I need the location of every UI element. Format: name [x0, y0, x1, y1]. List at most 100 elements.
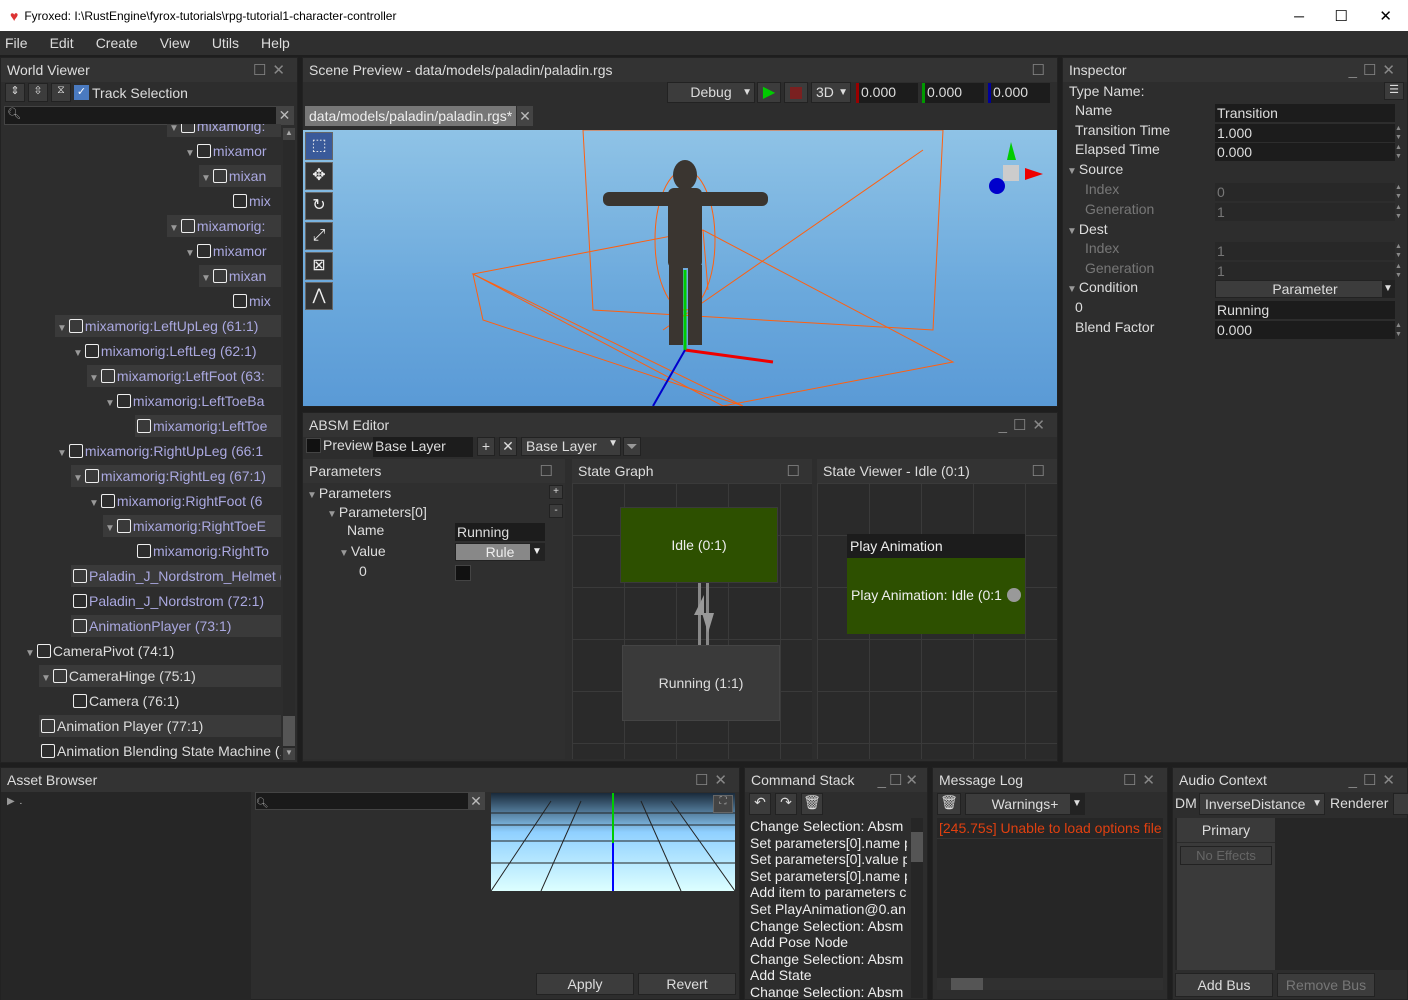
tree-item[interactable]: Animation Blending State Machine (1 — [39, 740, 281, 762]
property-field[interactable]: 0.000 — [1215, 320, 1395, 339]
spinner-icon[interactable]: ▲ ▼ — [1395, 124, 1403, 142]
command-item[interactable]: Add item to parameters c — [750, 884, 907, 901]
collapse-all-button[interactable]: ⇕ — [5, 83, 25, 102]
menu-file[interactable]: File — [0, 35, 33, 51]
log-message[interactable]: [245.75s] Unable to load options file — [937, 818, 1163, 839]
expand-arrow-icon[interactable]: ▼ — [57, 323, 67, 334]
tree-scrollbar[interactable]: ▲ ▼ — [283, 128, 295, 760]
panel-controls[interactable]: _☐✕ — [1349, 771, 1401, 789]
expand-arrow-icon[interactable]: ▼ — [169, 124, 179, 134]
maximize-icon[interactable]: ☐ — [1032, 462, 1051, 480]
command-scrollbar[interactable] — [911, 818, 923, 998]
tree-item[interactable]: ▼ mixamorig:RightUpLeg (66:1 — [55, 440, 281, 462]
state-viewer-canvas[interactable]: Play Animation Play Animation: Idle (0:1 — [817, 483, 1057, 759]
play-animation-node[interactable]: Play Animation Play Animation: Idle (0:1 — [847, 534, 1025, 634]
expand-arrow-icon[interactable]: ▼ — [185, 148, 195, 159]
add-bus-button[interactable]: Add Bus — [1175, 973, 1273, 997]
tree-item[interactable]: ▼ mixamorig:LeftUpLeg (61:1) — [55, 315, 281, 337]
tree-item[interactable]: ▼ mixan — [199, 265, 281, 287]
tool-move-icon[interactable]: ✥ — [305, 162, 333, 190]
tool-rotate-icon[interactable]: ↻ — [305, 192, 333, 220]
scene-tab[interactable]: data/models/paladin/paladin.rgs* — [305, 106, 517, 126]
tool-resize-icon[interactable]: ⊠ — [305, 252, 333, 280]
asset-search-input[interactable]: 🔍︎ ✕ — [255, 792, 485, 810]
property-field[interactable]: Running — [1215, 301, 1395, 319]
tree-item[interactable]: ▼ CameraHinge (75:1) — [39, 665, 281, 687]
maximize-icon[interactable]: ☐ — [1032, 61, 1051, 79]
expand-arrow-icon[interactable]: ▼ — [57, 448, 67, 459]
tree-item[interactable]: ▼ mixamorig:LeftFoot (63: — [87, 365, 281, 387]
command-item[interactable]: Add State — [750, 967, 907, 984]
command-item[interactable]: Change Selection: Absm — [750, 818, 907, 835]
tree-item[interactable]: ▼ mixamorig: — [167, 124, 281, 137]
transition-arrow[interactable] — [694, 583, 714, 645]
tool-scale-icon[interactable]: ⤢ — [305, 222, 333, 250]
command-item[interactable]: Add Pose Node — [750, 934, 907, 951]
maximize-button[interactable]: ☐ — [1335, 7, 1348, 25]
remove-bus-button[interactable]: Remove Bus — [1277, 973, 1375, 997]
expand-arrow-icon[interactable]: ▼ — [89, 498, 99, 509]
tree-item[interactable]: mixamorig:RightTo — [135, 540, 281, 562]
tree-item[interactable]: Camera (76:1) — [71, 690, 281, 712]
clear-search-button[interactable]: ✕ — [468, 793, 484, 809]
revert-button[interactable]: Revert — [638, 973, 736, 995]
expand-arrow-icon[interactable]: ▼ — [1067, 166, 1077, 177]
redo-button[interactable]: ↷ — [775, 793, 797, 815]
tree-item[interactable]: Paladin_J_Nordstrom (72:1) — [71, 590, 281, 612]
remove-layer-button[interactable]: ✕ — [499, 437, 517, 456]
tree-item[interactable]: mix — [231, 290, 281, 312]
panel-controls[interactable]: _☐✕ — [1349, 61, 1401, 79]
apply-button[interactable]: Apply — [536, 973, 634, 995]
clear-search-button[interactable]: ✕ — [276, 107, 293, 124]
layer-select-dropdown[interactable]: Base Layer ▼ — [521, 437, 621, 456]
command-item[interactable]: Change Selection: Absm — [750, 918, 907, 935]
panel-controls[interactable]: ☐✕ — [253, 61, 291, 79]
command-item[interactable]: Change Selection: Absm — [750, 984, 907, 998]
tree-item[interactable]: mix — [231, 190, 281, 212]
menu-create[interactable]: Create — [91, 35, 143, 51]
spinner-icon[interactable]: ▲ ▼ — [1395, 321, 1403, 339]
expand-arrow-icon[interactable]: ▼ — [73, 473, 83, 484]
panel-controls[interactable]: _☐✕ — [999, 416, 1051, 434]
parameter-name-field[interactable]: Running — [455, 523, 545, 541]
view-mode-dropdown[interactable]: 3D ▼ — [811, 82, 851, 103]
undo-button[interactable]: ↶ — [749, 793, 771, 815]
state-graph-canvas[interactable]: Idle (0:1) Running (1:1) — [572, 483, 812, 759]
tree-item[interactable]: ▼ mixamorig:RightLeg (67:1) — [71, 465, 281, 487]
tree-item[interactable]: ▼ mixamorig:LeftLeg (62:1) — [71, 340, 281, 362]
tree-item[interactable]: ▼ CameraPivot (74:1) — [23, 640, 281, 662]
tree-item[interactable]: ▼ mixamor — [183, 240, 281, 262]
panel-controls[interactable]: _☐✕ — [878, 771, 921, 789]
viewport-3d[interactable]: ⬚ ✥ ↻ ⤢ ⊠ ⋀ — [303, 129, 1057, 407]
expand-arrow-icon[interactable]: ▼ — [1067, 284, 1077, 295]
tree-item[interactable]: Animation Player (77:1) — [39, 715, 281, 737]
state-node-running[interactable]: Running (1:1) — [622, 645, 780, 721]
tree-item[interactable]: ▼ mixamorig:LeftToeBa — [103, 390, 281, 412]
close-button[interactable]: ✕ — [1379, 7, 1392, 25]
property-field[interactable]: 1 — [1215, 242, 1395, 261]
mode-dropdown[interactable]: Debug ▼ — [667, 82, 755, 103]
docs-icon[interactable]: ☰ — [1384, 82, 1404, 100]
maximize-icon[interactable]: ☐ — [787, 462, 806, 480]
renderer-dropdown[interactable] — [1393, 793, 1408, 815]
property-field[interactable]: 1.000 — [1215, 123, 1395, 142]
play-button[interactable]: ▶ — [757, 82, 781, 103]
spinner-icon[interactable]: ▲ ▼ — [1395, 203, 1403, 221]
command-item[interactable]: Set parameters[0].name p — [750, 835, 907, 852]
command-item[interactable]: Set parameters[0].name p — [750, 868, 907, 885]
spinner-icon[interactable]: ▲ ▼ — [1395, 262, 1403, 280]
expand-arrow-icon[interactable]: ▼ — [41, 673, 51, 684]
menu-help[interactable]: Help — [256, 35, 295, 51]
bus-primary[interactable]: Primary No Effects — [1177, 818, 1275, 970]
command-item[interactable]: Set PlayAnimation@0.an — [750, 901, 907, 918]
tree-item[interactable]: ▼ mixamor — [183, 140, 281, 162]
expand-arrow-icon[interactable]: ▼ — [25, 648, 35, 659]
expand-arrow-icon[interactable]: ▼ — [105, 398, 115, 409]
tree-item[interactable]: Paladin_J_Nordstrom_Helmet ( — [71, 565, 281, 587]
expand-all-button[interactable]: ⇳ — [28, 83, 48, 102]
expand-arrow-icon[interactable]: ▼ — [73, 348, 83, 359]
minimize-button[interactable]: ─ — [1294, 8, 1304, 24]
preview-checkbox[interactable] — [306, 438, 321, 453]
remove-parameter-button[interactable]: - — [549, 504, 563, 518]
folder-root[interactable]: . — [19, 796, 22, 807]
